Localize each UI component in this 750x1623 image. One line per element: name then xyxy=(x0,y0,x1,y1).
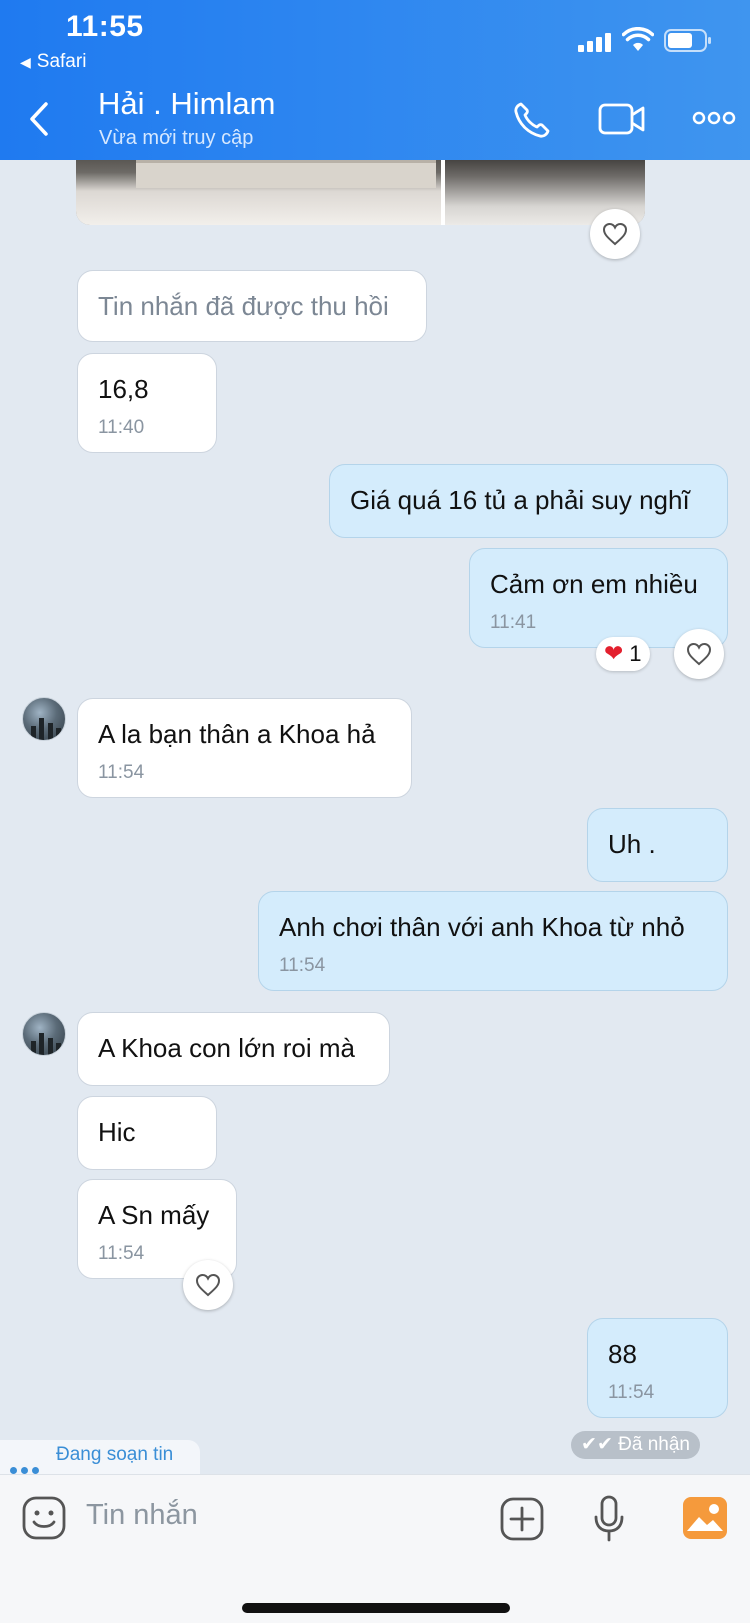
back-icon[interactable] xyxy=(24,98,54,140)
message-bubble-incoming[interactable]: Tin nhắn đã được thu hồi xyxy=(77,270,427,342)
signal-icon xyxy=(578,33,614,52)
message-text: Cảm ơn em nhiều xyxy=(490,569,698,599)
contact-name[interactable]: Hải . Himlam xyxy=(98,86,275,122)
photo-album[interactable] xyxy=(76,160,645,225)
message-time: 11:54 xyxy=(98,1243,145,1264)
emoji-icon[interactable] xyxy=(22,1496,66,1540)
message-bubble-incoming[interactable]: 16,8 11:40 xyxy=(77,353,217,453)
add-icon[interactable] xyxy=(500,1497,544,1541)
delivery-status-badge: ✔✔ Đã nhận xyxy=(571,1431,700,1459)
message-text: A la bạn thân a Khoa hả xyxy=(98,719,376,749)
message-text: 88 xyxy=(608,1339,637,1369)
message-text: Tin nhắn đã được thu hồi xyxy=(98,291,389,321)
message-text: 16,8 xyxy=(98,374,149,404)
heart-react-button[interactable] xyxy=(674,629,724,679)
typing-indicator: Đang soạn tin xyxy=(0,1440,200,1474)
photo-thumbnail[interactable] xyxy=(76,160,441,225)
video-icon[interactable] xyxy=(598,102,646,136)
message-text: Anh chơi thân với anh Khoa từ nhỏ xyxy=(279,912,685,942)
heart-icon xyxy=(195,1273,221,1297)
message-bubble-outgoing[interactable]: Giá quá 16 tủ a phải suy nghĩ xyxy=(329,464,728,538)
message-time: 11:40 xyxy=(98,417,145,438)
heart-icon xyxy=(686,642,712,666)
message-text: Uh . xyxy=(608,829,656,859)
message-text: A Khoa con lớn roi mà xyxy=(98,1033,355,1063)
message-bubble-incoming[interactable]: A Khoa con lớn roi mà xyxy=(77,1012,390,1086)
message-text: A Sn mấy xyxy=(98,1200,210,1230)
reaction-count-badge[interactable]: ❤ 1 xyxy=(596,637,650,671)
message-bubble-incoming[interactable]: Hic xyxy=(77,1096,217,1170)
heart-react-button[interactable] xyxy=(590,209,640,259)
image-icon[interactable] xyxy=(683,1497,727,1539)
message-bubble-outgoing[interactable]: Uh . xyxy=(587,808,728,882)
wifi-icon xyxy=(622,27,654,51)
contact-avatar[interactable] xyxy=(22,697,66,741)
battery-icon xyxy=(664,29,711,52)
message-composer: Tin nhắn xyxy=(0,1474,750,1623)
message-time: 11:54 xyxy=(98,762,145,783)
chat-header: 11:55 ◀ Safari Hải . Himlam Vừa mới truy … xyxy=(0,0,750,160)
typing-indicator-text: Đang soạn tin xyxy=(56,1444,174,1465)
back-to-safari[interactable]: ◀ Safari xyxy=(20,51,86,73)
double-check-icon: ✔✔ xyxy=(581,1434,619,1455)
delivery-status-text: Đã nhận xyxy=(618,1434,690,1455)
contact-avatar[interactable] xyxy=(22,1012,66,1056)
phone-icon[interactable] xyxy=(512,100,552,140)
heart-react-button[interactable] xyxy=(183,1260,233,1310)
red-heart-icon: ❤ xyxy=(604,640,624,666)
message-time: 11:54 xyxy=(279,955,326,976)
message-bubble-outgoing[interactable]: 88 11:54 xyxy=(587,1318,728,1418)
message-bubble-incoming[interactable]: A la bạn thân a Khoa hả 11:54 xyxy=(77,698,412,798)
message-text: Hic xyxy=(98,1117,136,1147)
reaction-count: 1 xyxy=(629,641,642,666)
message-time: 11:54 xyxy=(608,1382,655,1403)
home-indicator[interactable] xyxy=(242,1603,510,1613)
status-time: 11:55 xyxy=(66,10,144,43)
back-app-label: Safari xyxy=(36,51,87,72)
chat-area[interactable]: Tin nhắn đã được thu hồi 16,8 11:40 Giá … xyxy=(0,160,750,1474)
message-bubble-outgoing[interactable]: Anh chơi thân với anh Khoa từ nhỏ 11:54 xyxy=(258,891,728,991)
contact-status: Vừa mới truy cập xyxy=(99,127,254,149)
heart-icon xyxy=(602,222,628,246)
more-icon[interactable] xyxy=(692,111,736,125)
message-input[interactable]: Tin nhắn xyxy=(86,1499,198,1532)
mic-icon[interactable] xyxy=(593,1495,625,1543)
message-text: Giá quá 16 tủ a phải suy nghĩ xyxy=(350,485,690,515)
message-time: 11:41 xyxy=(490,612,537,633)
